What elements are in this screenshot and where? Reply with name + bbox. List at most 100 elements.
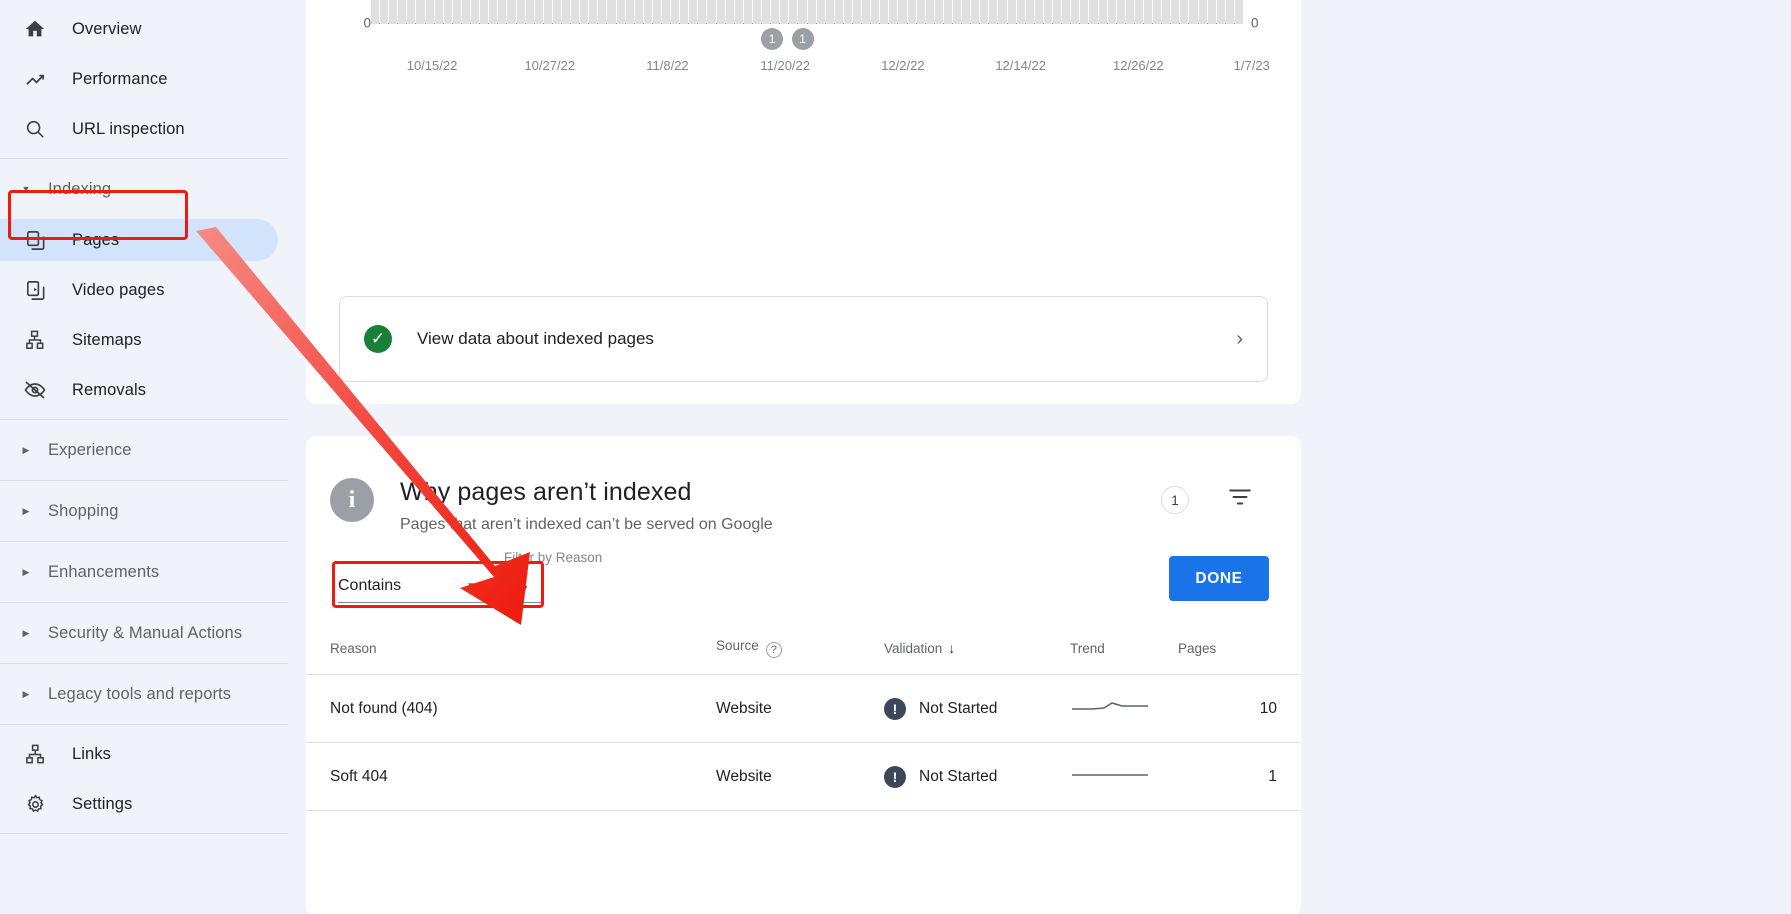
sidebar-item-video-pages[interactable]: Video pages: [0, 265, 306, 315]
chart-left-tick: 0: [363, 15, 371, 31]
help-circle-icon[interactable]: ?: [765, 642, 782, 658]
column-header-source[interactable]: Source?: [716, 626, 884, 675]
reasons-table: Reason Source? Validation ↓ Trend Pages N…: [306, 626, 1301, 811]
sidebar-item-sitemaps[interactable]: Sitemaps: [0, 315, 306, 365]
app-root: Overview Performance URL inspection ▼ In…: [0, 0, 1791, 914]
filter-operator-select[interactable]: Contains ▼ 404: [338, 570, 544, 603]
sidebar-divider: [0, 158, 288, 159]
sidebar-group-security-manual-actions[interactable]: ▶ Security & Manual Actions: [0, 607, 306, 659]
sidebar-group-indexing[interactable]: ▼ Indexing: [0, 163, 306, 215]
sidebar-item-links[interactable]: Links: [0, 729, 306, 779]
cell-trend: [1070, 742, 1178, 811]
filter-operator-value: Contains: [338, 577, 402, 594]
sitemap-icon: [22, 327, 48, 353]
chart-x-tick-label: 12/26/22: [1113, 58, 1164, 73]
filter-bar: Filter by Reason Contains ▼ 404 DONE: [306, 534, 1301, 626]
sidebar-group-label: Enhancements: [48, 562, 160, 581]
sidebar-group-legacy-tools-and-reports[interactable]: ▶ Legacy tools and reports: [0, 668, 306, 720]
column-header-source-label: Source: [716, 638, 759, 653]
sidebar-item-url-inspection[interactable]: URL inspection: [0, 104, 306, 154]
chevron-right-icon: ▶: [22, 444, 30, 455]
sidebar-divider: [0, 833, 288, 834]
sidebar-group-label: Security & Manual Actions: [48, 623, 243, 642]
sidebar-item-label: Overview: [72, 19, 142, 38]
chart-x-tick-label: 11/20/22: [760, 58, 811, 73]
table-row[interactable]: Soft 404 Website ! Not Started 1: [306, 742, 1301, 811]
cell-reason: Soft 404: [306, 742, 716, 811]
sidebar-group-shopping[interactable]: ▶ Shopping: [0, 485, 306, 537]
sidebar-item-pages[interactable]: Pages: [0, 215, 306, 265]
sidebar-item-label: Links: [72, 744, 112, 763]
chart-plot-area: [371, 0, 1243, 24]
column-header-validation-label: Validation: [884, 641, 943, 656]
table-header-row: Reason Source? Validation ↓ Trend Pages: [306, 626, 1301, 675]
chart-x-tick-label: 10/15/22: [406, 58, 458, 73]
view-indexed-pages-label: View data about indexed pages: [417, 329, 654, 348]
home-icon: [22, 16, 48, 42]
filter-count-badge[interactable]: 1: [1161, 486, 1189, 514]
sidebar-group-enhancements[interactable]: ▶ Enhancements: [0, 546, 306, 598]
filter-by-reason-label: Filter by Reason: [504, 550, 603, 565]
cell-source: Website: [716, 742, 884, 811]
chevron-right-icon: ›: [1236, 327, 1243, 350]
sidebar-item-settings[interactable]: Settings: [0, 779, 306, 829]
sparkline-icon: [1072, 702, 1148, 710]
sidebar-item-label: Video pages: [72, 280, 165, 299]
chevron-down-icon: ▼: [466, 580, 477, 592]
exclamation-icon: !: [884, 765, 906, 788]
eye-off-icon: [22, 377, 48, 403]
indexing-chart-card: Pages Impressions 900 600 300 0 1.5K 1K …: [306, 0, 1301, 404]
gear-icon: [22, 791, 48, 817]
column-header-pages[interactable]: Pages: [1178, 626, 1301, 675]
check-circle-icon: ✓: [364, 325, 392, 353]
column-header-validation[interactable]: Validation ↓: [884, 626, 1070, 675]
chevron-down-icon: ▼: [21, 184, 31, 194]
filter-value-input[interactable]: 404: [501, 577, 528, 595]
chart-line-series: [371, 0, 1243, 24]
done-button[interactable]: DONE: [1169, 556, 1269, 601]
chevron-right-icon: ▶: [22, 688, 30, 699]
sidebar-group-label: Legacy tools and reports: [48, 684, 232, 703]
sidebar-item-overview[interactable]: Overview: [0, 4, 306, 54]
chart-x-tick-label: 1/7/23: [1233, 58, 1270, 73]
chart-x-tick-label: 11/8/22: [646, 58, 689, 73]
table-head: Reason Source? Validation ↓ Trend Pages: [306, 626, 1301, 675]
cell-pages: 1: [1178, 742, 1301, 811]
sidebar: Overview Performance URL inspection ▼ In…: [0, 0, 306, 914]
sidebar-group-label: Indexing: [48, 179, 112, 198]
chevron-right-icon: ▶: [22, 566, 30, 577]
pages-copy-icon: [22, 227, 48, 253]
main-content: Pages Impressions 900 600 300 0 1.5K 1K …: [306, 0, 1791, 914]
column-header-trend[interactable]: Trend: [1070, 626, 1178, 675]
links-icon: [22, 741, 48, 767]
why-pages-not-indexed-card: i Why pages aren’t indexed Pages that ar…: [306, 436, 1301, 914]
cell-validation-label: Not Started: [919, 699, 998, 717]
chevron-right-icon: ▶: [22, 627, 30, 638]
sidebar-group-label: Experience: [48, 440, 132, 459]
sidebar-item-label: Settings: [72, 794, 133, 813]
chart-right-tick: 0: [1251, 15, 1259, 31]
column-header-reason[interactable]: Reason: [306, 626, 716, 675]
chart-annotation-marker[interactable]: 1: [791, 28, 814, 50]
chart-annotation-marker[interactable]: 1: [761, 28, 784, 50]
view-indexed-pages-card[interactable]: ✓ View data about indexed pages ›: [339, 296, 1268, 382]
sidebar-item-performance[interactable]: Performance: [0, 54, 306, 104]
sidebar-divider: [0, 724, 288, 725]
chevron-right-icon: ▶: [22, 505, 30, 516]
sidebar-item-label: Pages: [72, 230, 120, 249]
chart-x-tick-label: 10/27/22: [524, 58, 576, 73]
table-row[interactable]: Not found (404) Website ! Not Started 10: [306, 674, 1301, 743]
why-header: i Why pages aren’t indexed Pages that ar…: [306, 436, 1301, 534]
cell-validation-label: Not Started: [919, 767, 998, 785]
video-icon: [22, 277, 48, 303]
sidebar-item-removals[interactable]: Removals: [0, 365, 306, 415]
filter-icon[interactable]: [1227, 484, 1253, 515]
chart-x-tick-label: 12/14/22: [995, 58, 1046, 73]
sidebar-item-label: Sitemaps: [72, 330, 142, 349]
sidebar-divider: [0, 541, 288, 542]
sidebar-group-experience[interactable]: ▶ Experience: [0, 424, 306, 476]
sidebar-divider: [0, 419, 288, 420]
cell-pages: 10: [1178, 674, 1301, 743]
cell-trend: [1070, 674, 1178, 743]
info-icon: i: [330, 478, 374, 522]
